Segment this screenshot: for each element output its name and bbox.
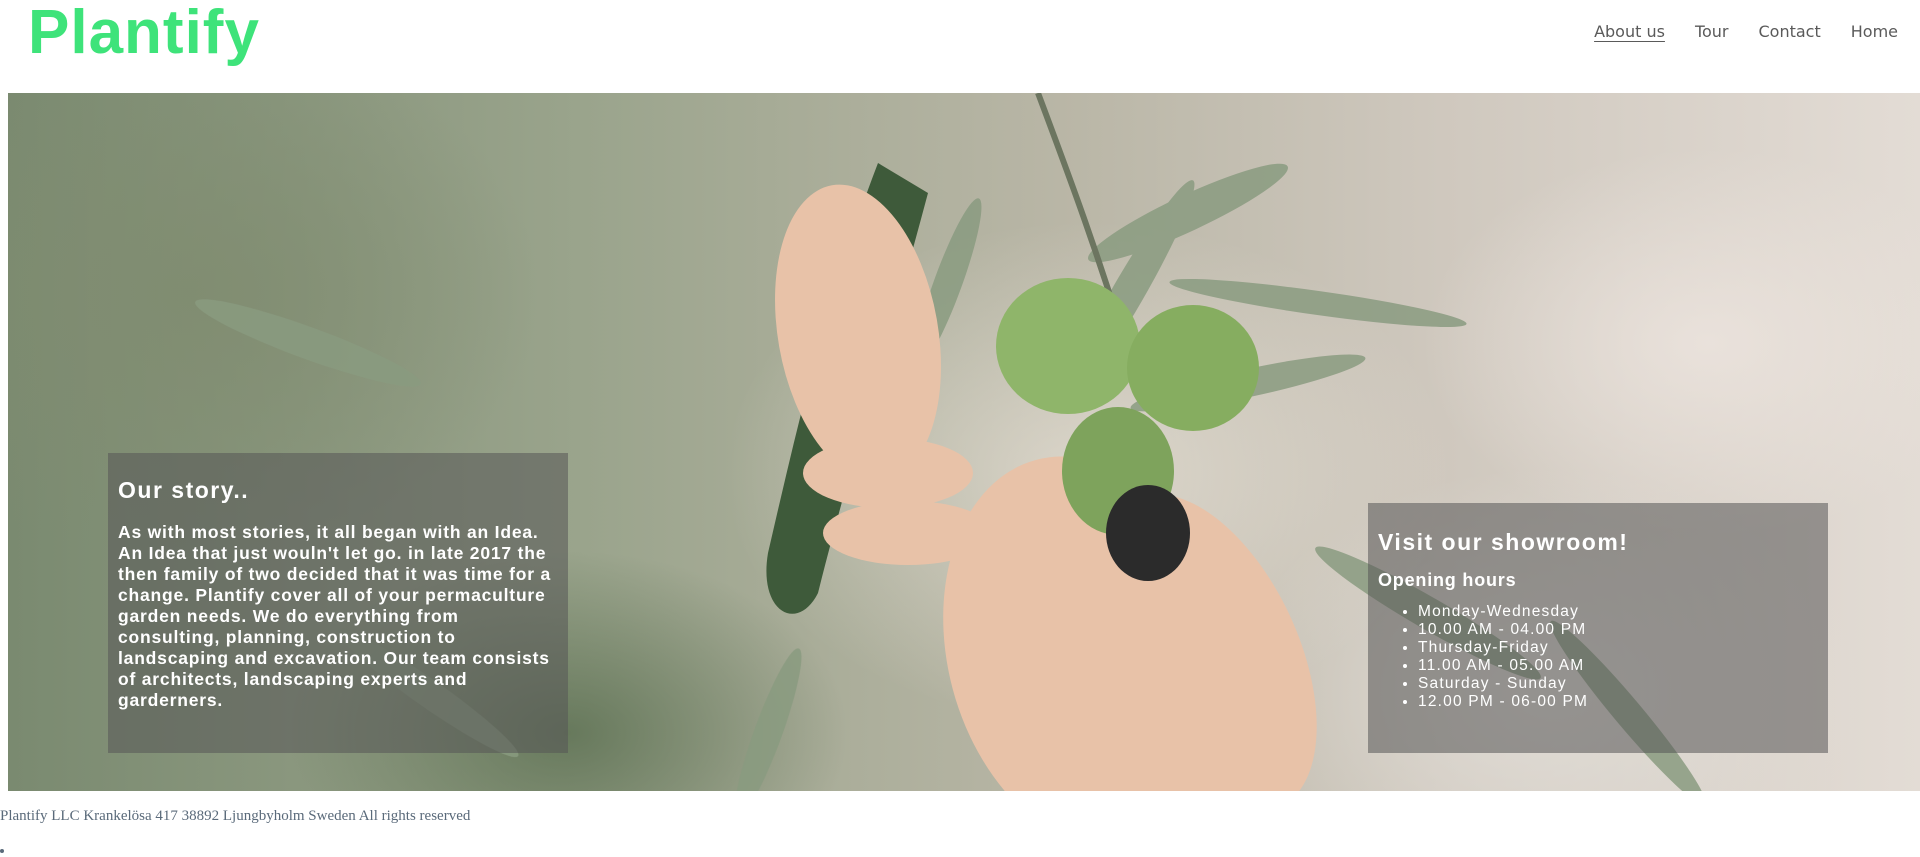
showroom-title: Visit our showroom! bbox=[1378, 529, 1629, 555]
our-story-card: Our story.. As with most stories, it all… bbox=[108, 453, 568, 753]
site-logo[interactable]: Plantify bbox=[28, 0, 260, 68]
nav-tour[interactable]: Tour bbox=[1695, 22, 1729, 41]
hours-item: 10.00 AM - 04.00 PM bbox=[1418, 621, 1818, 639]
showroom-card: Visit our showroom! Opening hours Monday… bbox=[1368, 503, 1828, 753]
story-title: Our story.. bbox=[118, 477, 250, 503]
hours-item: Saturday - Sunday bbox=[1418, 675, 1818, 693]
hours-item: 11.00 AM - 05.00 AM bbox=[1418, 657, 1818, 675]
hours-item: 12.00 PM - 06-00 PM bbox=[1418, 693, 1818, 711]
story-body: As with most stories, it all began with … bbox=[118, 522, 552, 710]
hours-item: Monday-Wednesday bbox=[1418, 603, 1818, 621]
hero-image: Our story.. As with most stories, it all… bbox=[8, 93, 1920, 791]
nav-contact[interactable]: Contact bbox=[1759, 22, 1821, 41]
main-nav: About us Tour Contact Home bbox=[1594, 22, 1898, 41]
footer-bullet bbox=[0, 849, 4, 853]
opening-hours-heading: Opening hours bbox=[1378, 570, 1517, 590]
footer-text: Plantify LLC Krankelösa 417 38892 Ljungb… bbox=[0, 808, 471, 824]
nav-home[interactable]: Home bbox=[1851, 22, 1898, 41]
opening-hours-list: Monday-Wednesday 10.00 AM - 04.00 PM Thu… bbox=[1378, 603, 1818, 711]
nav-about-us[interactable]: About us bbox=[1594, 22, 1665, 41]
hours-item: Thursday-Friday bbox=[1418, 639, 1818, 657]
